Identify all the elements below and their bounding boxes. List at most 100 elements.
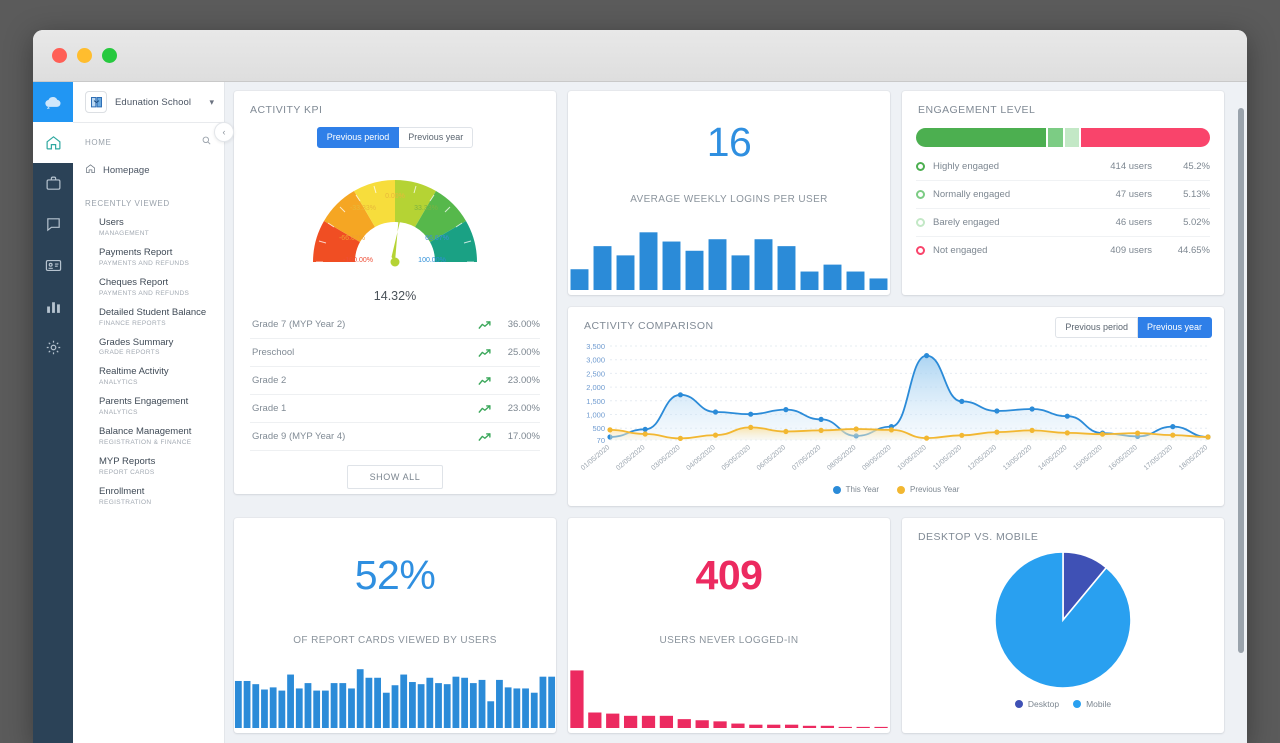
pie-slice-mobile[interactable] [995, 552, 1131, 688]
spark-bar [870, 278, 888, 290]
desktop-vs-mobile-legend: Desktop Mobile [1015, 699, 1111, 709]
users-never-logged-in-card: 409 USERS NEVER LOGGED-IN [568, 518, 890, 733]
sidebar-item-homepage[interactable]: Homepage [73, 155, 224, 189]
rail-item-analytics[interactable] [33, 286, 73, 327]
screen: Edunation School ▾ ‹ HOME Homepage [0, 0, 1280, 743]
spark-bar [287, 675, 294, 728]
sidebar-item-users[interactable]: UsersMANAGEMENT [85, 212, 212, 242]
grade-row: Grade 223.00% [250, 367, 540, 395]
sidebar-item-title: Parents Engagement [99, 396, 212, 408]
activity-kpi-title: ACTIVITY KPI [234, 91, 556, 116]
data-point [994, 430, 999, 435]
sidebar-item-detailed-student-balance[interactable]: Detailed Student BalanceFINANCE REPORTS [85, 302, 212, 332]
show-all-button[interactable]: SHOW ALL [347, 465, 444, 489]
legend-bullet-desktop [1015, 700, 1023, 708]
spark-bar [522, 688, 529, 728]
svg-text:0.00%: 0.00% [385, 193, 405, 200]
spark-bar [713, 721, 726, 728]
chevron-down-icon[interactable]: ▾ [209, 97, 214, 108]
report-cards-viewed-label: OF REPORT CARDS VIEWED BY USERS [293, 635, 497, 646]
activity-kpi-previous-year-toggle[interactable]: Previous year [399, 127, 473, 148]
report-cards-viewed-card: 52% OF REPORT CARDS VIEWED BY USERS [234, 518, 556, 733]
sidebar-item-balance-management[interactable]: Balance ManagementREGISTRATION & FINANCE [85, 421, 212, 451]
svg-text:-33.33%: -33.33% [350, 205, 376, 212]
spark-bar [374, 678, 381, 728]
sidebar-item-myp-reports[interactable]: MYP ReportsREPORT CARDS [85, 451, 212, 481]
data-point [1170, 433, 1175, 438]
spark-bar [418, 684, 425, 728]
spark-bar [453, 677, 460, 728]
sidebar-item-payments-report[interactable]: Payments ReportPAYMENTS AND REFUNDS [85, 242, 212, 272]
rail-item-id-card[interactable] [33, 245, 73, 286]
sidebar-item-grades-summary[interactable]: Grades SummaryGRADE REPORTS [85, 332, 212, 362]
spark-bar [383, 693, 390, 728]
spark-bar [642, 716, 655, 728]
activity-kpi-previous-period-toggle[interactable]: Previous period [317, 127, 400, 148]
spark-bar [678, 719, 691, 728]
main-scrollbar[interactable] [1238, 82, 1245, 743]
avg-weekly-logins-value: 16 [707, 119, 752, 166]
spark-bar [821, 726, 834, 728]
rail-item-home[interactable] [33, 122, 73, 163]
engagement-row: Barely engaged46 users5.02% [916, 209, 1210, 237]
spark-bar [778, 246, 796, 290]
cloud-chat-icon[interactable] [33, 82, 73, 122]
engagement-level-title: ENGAGEMENT LEVEL [902, 91, 1224, 116]
spark-bar [531, 693, 538, 728]
sidebar-item-subtitle: FINANCE REPORTS [99, 320, 212, 327]
spark-bar [322, 691, 329, 728]
y-axis-tick-label: 70 [597, 436, 605, 445]
sidebar-item-realtime-activity[interactable]: Realtime ActivityANALYTICS [85, 361, 212, 391]
data-point [1030, 428, 1035, 433]
activity-kpi-grade-list: Grade 7 (MYP Year 2)36.00%Preschool25.00… [234, 303, 556, 451]
spark-bar [409, 682, 416, 728]
nav-section-home-label: HOME [85, 138, 111, 147]
spark-bar [571, 269, 589, 290]
maximize-window-button[interactable] [102, 48, 117, 63]
nav-section-recent: RECENTLY VIEWED [73, 189, 224, 212]
sidebar-nav: Edunation School ▾ ‹ HOME Homepage [73, 82, 225, 743]
data-point [819, 428, 824, 433]
minimize-window-button[interactable] [77, 48, 92, 63]
rail-item-messages[interactable] [33, 204, 73, 245]
engagement-label: Normally engaged [933, 189, 1076, 200]
spark-bar [479, 680, 486, 728]
x-axis-tick-label: 14/05/2020 [1037, 444, 1068, 472]
sidebar-item-cheques-report[interactable]: Cheques ReportPAYMENTS AND REFUNDS [85, 272, 212, 302]
spark-bar [426, 678, 433, 728]
engagement-status-dot [916, 246, 925, 255]
activity-kpi-toggle-group: Previous period Previous year [234, 127, 556, 148]
engagement-user-count: 46 users [1076, 217, 1152, 228]
data-point [783, 429, 788, 434]
x-axis-tick-label: 11/05/2020 [932, 444, 963, 472]
engagement-row: Not engaged409 users44.65% [916, 237, 1210, 264]
x-axis-tick-label: 10/05/2020 [897, 444, 928, 472]
legend-label-previous-year: Previous Year [910, 485, 959, 494]
spark-bar [513, 688, 520, 728]
x-axis-tick-label: 12/05/2020 [967, 444, 998, 472]
sidebar-item-title: Payments Report [99, 247, 212, 259]
sidebar-item-title: Cheques Report [99, 277, 212, 289]
sidebar-item-enrollment[interactable]: EnrollmentREGISTRATION [85, 481, 212, 511]
x-axis-tick-label: 18/05/2020 [1178, 444, 1209, 472]
trend-up-icon [478, 432, 493, 442]
grade-percentage: 25.00% [500, 347, 540, 358]
data-point [783, 407, 788, 412]
desktop-vs-mobile-title: DESKTOP VS. MOBILE [902, 518, 1224, 543]
main-scrollbar-thumb[interactable] [1238, 108, 1244, 653]
spark-bar [400, 675, 407, 728]
activity-comparison-previous-period-toggle[interactable]: Previous period [1055, 317, 1138, 338]
brand-selector[interactable]: Edunation School ▾ [73, 82, 224, 122]
trend-up-icon [478, 320, 493, 330]
rail-item-briefcase[interactable] [33, 163, 73, 204]
activity-comparison-previous-year-toggle[interactable]: Previous year [1138, 317, 1212, 338]
rail-item-settings[interactable] [33, 327, 73, 368]
book-shield-icon [85, 91, 107, 113]
sidebar-item-parents-engagement[interactable]: Parents EngagementANALYTICS [85, 391, 212, 421]
data-point [1065, 414, 1070, 419]
sidebar-item-title: Grades Summary [99, 337, 212, 349]
search-icon[interactable] [201, 133, 212, 151]
data-point [819, 417, 824, 422]
close-window-button[interactable] [52, 48, 67, 63]
sidebar-collapse-button[interactable]: ‹ [214, 122, 234, 142]
